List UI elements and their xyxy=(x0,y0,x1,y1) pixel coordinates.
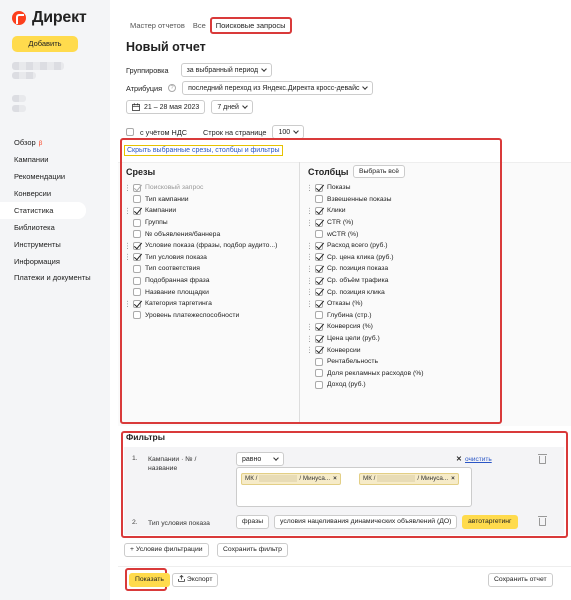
highlight-box xyxy=(121,431,568,538)
chevron-down-icon xyxy=(242,103,248,109)
chevron-down-icon xyxy=(261,66,267,72)
date-range-picker[interactable]: 21 – 28 мая 2023 xyxy=(126,100,206,114)
attribution-row: Атрибуция ? последний переход из Яндекс.… xyxy=(126,81,374,95)
calendar-icon xyxy=(132,103,140,111)
grouping-row: Группировка за выбранный период xyxy=(126,63,273,77)
rows-per-page-select[interactable]: 100 xyxy=(272,125,305,139)
breadcrumb-report-wizard[interactable]: Мастер отчетов xyxy=(126,19,189,32)
sidebar-item-campaigns[interactable]: Кампании xyxy=(0,151,110,168)
save-report-button[interactable]: Сохранить отчет xyxy=(488,573,553,587)
page-title: Новый отчет xyxy=(126,40,206,54)
period-select[interactable]: 7 дней xyxy=(211,100,253,114)
attribution-label: Атрибуция xyxy=(126,83,163,93)
grouping-select[interactable]: за выбранный период xyxy=(180,63,273,77)
export-button[interactable]: Экспорт xyxy=(172,573,219,587)
blurred-account-line xyxy=(12,72,36,79)
sidebar-item-conversions[interactable]: Конверсии xyxy=(0,185,110,202)
sidebar-item-recommendations[interactable]: Рекомендации xyxy=(0,168,110,185)
save-filter-button[interactable]: Сохранить фильтр xyxy=(217,543,288,557)
sidebar-item-payments[interactable]: Платежи и документы xyxy=(0,270,110,296)
blurred-account-line xyxy=(12,105,26,112)
show-button[interactable]: Показать xyxy=(129,573,170,587)
vat-label: с учётом НДС xyxy=(140,127,188,137)
sidebar-nav: Обзор β Кампании Рекомендации Конверсии С… xyxy=(0,134,110,296)
blurred-account-line xyxy=(12,62,64,70)
help-icon[interactable]: ? xyxy=(168,84,177,92)
chevron-down-icon xyxy=(293,128,299,134)
export-icon xyxy=(178,574,185,582)
sidebar-item-tools[interactable]: Инструменты xyxy=(0,236,110,253)
add-button[interactable]: Добавить xyxy=(12,36,78,52)
add-condition-button[interactable]: + Условие фильтрации xyxy=(124,543,209,557)
logo[interactable]: Директ xyxy=(12,9,87,27)
grouping-value: за выбранный период xyxy=(186,66,259,74)
main-content: Мастер отчетов Все Поисковые запросы Нов… xyxy=(118,0,571,600)
grouping-label: Группировка xyxy=(126,65,169,75)
sidebar-item-label: Обзор xyxy=(14,138,36,147)
chevron-down-icon xyxy=(362,84,369,90)
sidebar-item-statistics[interactable]: Статистика xyxy=(0,202,86,219)
sidebar: Директ Добавить Обзор β Кампании Рекоменд… xyxy=(0,0,110,600)
highlight-box xyxy=(120,138,502,424)
sidebar-item-overview[interactable]: Обзор β xyxy=(0,134,110,151)
date-range-value: 21 – 28 мая 2023 xyxy=(144,103,200,111)
yandex-logo-icon xyxy=(12,11,26,25)
rows-per-page-value: 100 xyxy=(278,128,291,136)
sidebar-item-library[interactable]: Библиотека xyxy=(0,219,110,236)
breadcrumb: Мастер отчетов Все Поисковые запросы xyxy=(126,17,292,34)
rows-per-page-label: Строк на странице xyxy=(203,127,267,137)
beta-badge: β xyxy=(38,140,43,147)
attribution-value: последний переход из Яндекс.Директа крос… xyxy=(188,84,360,92)
period-value: 7 дней xyxy=(217,103,239,111)
export-label: Экспорт xyxy=(186,576,213,583)
attribution-select[interactable]: последний переход из Яндекс.Директа крос… xyxy=(182,81,374,95)
blurred-account-line xyxy=(12,95,26,102)
vat-row: с учётом НДС Строк на странице 100 xyxy=(126,125,305,139)
logo-text: Директ xyxy=(32,9,87,26)
vat-checkbox[interactable] xyxy=(126,128,134,136)
period-row: 21 – 28 мая 2023 7 дней xyxy=(126,100,253,114)
breadcrumb-search-queries[interactable]: Поисковые запросы xyxy=(209,17,292,34)
sidebar-item-information[interactable]: Информация xyxy=(0,253,110,270)
breadcrumb-all[interactable]: Все xyxy=(189,19,210,32)
